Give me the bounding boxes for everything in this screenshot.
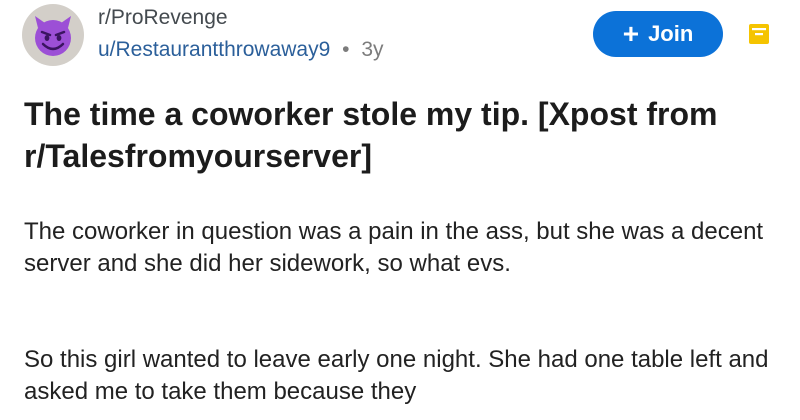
post-body-paragraph-1: The coworker in question was a pain in t… — [24, 218, 764, 277]
subreddit-name[interactable]: r/ProRevenge — [98, 6, 228, 30]
post-body-paragraph-2: So this girl wanted to leave early one n… — [24, 346, 769, 405]
post-title[interactable]: The time a coworker stole my tip. [Xpost… — [24, 93, 784, 177]
author-link[interactable]: u/Restaurantthrowaway9 — [98, 38, 330, 61]
post-age: 3y — [361, 38, 384, 61]
join-button[interactable]: + Join — [593, 11, 723, 57]
join-label: Join — [648, 21, 694, 46]
post-header: r/ProRevenge u/Restaurantthrowaway9 • 3y… — [0, 0, 800, 80]
devil-emoji-icon — [35, 16, 71, 56]
plus-icon: + — [622, 18, 640, 49]
subreddit-avatar[interactable] — [22, 4, 84, 66]
post-meta: u/Restaurantthrowaway9 • 3y — [98, 38, 384, 62]
save-icon[interactable] — [747, 22, 771, 46]
meta-separator: • — [342, 38, 350, 61]
